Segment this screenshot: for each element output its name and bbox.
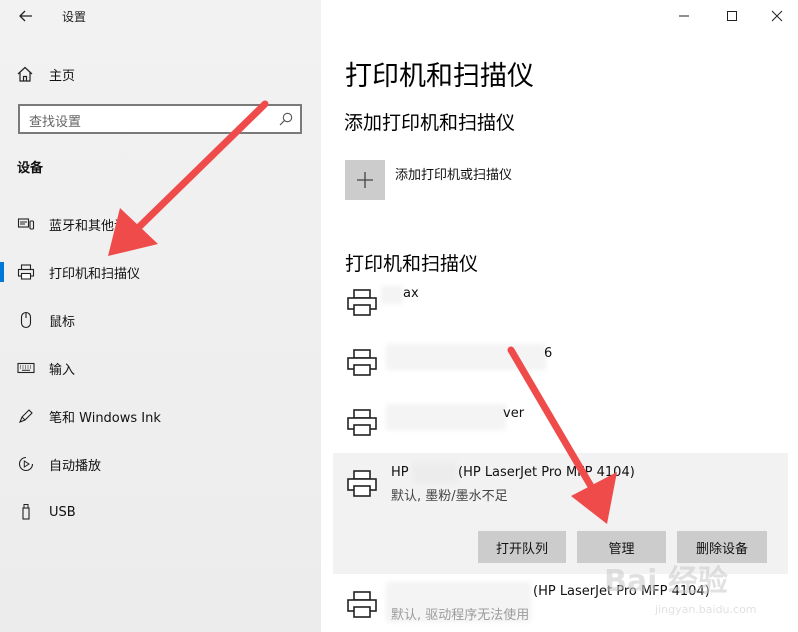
app-title: 设置 [62, 10, 87, 24]
sidebar-item-bluetooth[interactable]: 蓝牙和其他设 [0, 207, 321, 241]
sidebar-item-usb[interactable]: USB [0, 495, 321, 529]
sidebar-item-printers[interactable]: 打印机和扫描仪 [0, 255, 321, 289]
sidebar-item-label: 笔和 Windows Ink [49, 410, 161, 426]
sidebar-item-label: 鼠标 [49, 314, 76, 330]
sidebar-item-typing[interactable]: 输入 [0, 351, 321, 385]
autoplay-icon [18, 456, 34, 472]
add-section-title: 添加打印机和扫描仪 [344, 112, 516, 134]
section-title: 设备 [17, 161, 44, 176]
sidebar-item-pen[interactable]: 笔和 Windows Ink [0, 399, 321, 433]
printer-icon [347, 591, 377, 618]
printer-icon [347, 349, 377, 376]
back-arrow-icon[interactable] [16, 6, 36, 26]
minimize-icon[interactable] [672, 4, 696, 28]
usb-icon [22, 504, 30, 520]
sidebar-item-label: USB [49, 504, 76, 520]
printer-status: 默认, 驱动程序无法使用 [391, 608, 530, 623]
printer-item[interactable]: ver [321, 398, 798, 448]
printer-icon [347, 409, 377, 436]
watermark-text: Bai 经验 [604, 564, 728, 599]
keyboard-icon [17, 362, 35, 374]
printer-icon [347, 289, 377, 316]
sidebar-item-label: 蓝牙和其他设 [49, 218, 128, 234]
sidebar-item-mouse[interactable]: 鼠标 [0, 303, 321, 337]
printer-name: ax [403, 286, 419, 301]
printer-name-prefix: HP [391, 465, 409, 480]
plus-icon [357, 172, 373, 188]
home-icon [17, 66, 33, 82]
sidebar-item-autoplay[interactable]: 自动播放 [0, 447, 321, 481]
printers-page: 打印机和扫描仪 添加打印机和扫描仪 添加打印机或扫描仪 打印机和扫描仪 ax 6… [321, 0, 798, 632]
open-queue-button[interactable]: 打开队列 [478, 531, 566, 563]
sidebar-item-label: 打印机和扫描仪 [49, 266, 141, 282]
home-label: 主页 [49, 68, 76, 84]
watermark-url: jingyan.baidu.com [654, 603, 757, 616]
home-link[interactable]: 主页 [16, 63, 75, 85]
sidebar-item-label: 自动播放 [49, 458, 102, 474]
active-indicator [0, 262, 4, 282]
mouse-icon [20, 311, 32, 329]
printer-item[interactable]: 6 [321, 338, 798, 388]
printer-name: 6 [544, 346, 553, 361]
add-printer-button[interactable] [345, 160, 385, 200]
settings-sidebar: 设置 主页 查找设置 设备 蓝牙和其他设 打印机和扫描仪 鼠标 输入 笔和 Wi… [0, 0, 321, 632]
add-printer-label[interactable]: 添加打印机或扫描仪 [395, 164, 512, 183]
close-icon[interactable] [765, 4, 789, 28]
bluetooth-devices-icon [17, 218, 35, 230]
pen-icon [19, 409, 33, 423]
printer-icon [347, 470, 377, 497]
search-placeholder: 查找设置 [29, 115, 82, 130]
search-icon[interactable] [278, 111, 294, 127]
maximize-icon[interactable] [720, 4, 744, 28]
page-title: 打印机和扫描仪 [345, 61, 534, 92]
printer-list-title: 打印机和扫描仪 [345, 253, 479, 275]
printer-status: 默认, 墨粉/墨水不足 [391, 489, 508, 504]
printer-model: (HP LaserJet Pro MFP 4104) [458, 465, 635, 480]
baidu-watermark: Bai 经验 jingyan.baidu.com [604, 564, 757, 616]
printer-icon [17, 264, 35, 280]
printer-item[interactable]: ax [321, 278, 798, 328]
printer-name: ver [503, 406, 525, 421]
search-input[interactable]: 查找设置 [18, 104, 302, 134]
sidebar-item-label: 输入 [49, 362, 76, 378]
